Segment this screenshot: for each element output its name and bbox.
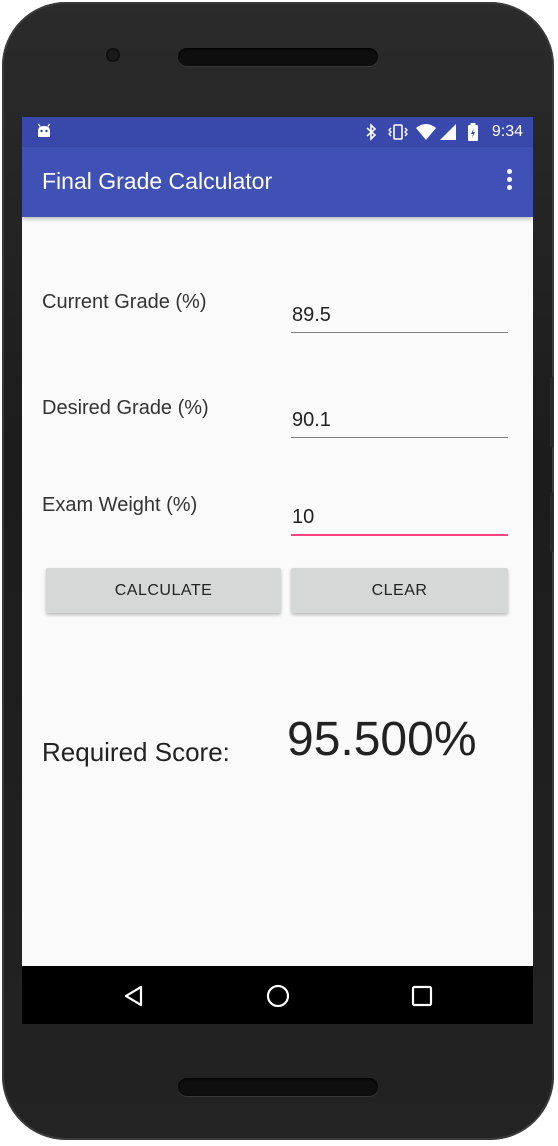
power-button [550, 492, 554, 552]
top-speaker [178, 48, 378, 66]
required-score-label: Required Score: [42, 737, 230, 767]
recents-icon[interactable] [410, 984, 434, 1008]
home-icon[interactable] [265, 983, 291, 1009]
bluetooth-icon [366, 123, 377, 141]
volume-button [550, 377, 554, 447]
exam-weight-input[interactable] [292, 506, 509, 529]
clear-button[interactable]: CLEAR [291, 568, 508, 613]
app-bar: Final Grade Calculator [22, 147, 533, 217]
status-time: 9:34 [491, 123, 523, 140]
vibrate-icon [388, 124, 408, 140]
current-grade-label: Current Grade (%) [42, 291, 207, 313]
exam-weight-field[interactable] [291, 504, 509, 536]
battery-charging-icon [468, 123, 478, 141]
front-camera [106, 48, 120, 62]
screen: 9:34 Final Grade Calculator Current Grad… [22, 117, 533, 1024]
desired-grade-field[interactable] [291, 407, 509, 438]
app-title: Final Grade Calculator [42, 168, 273, 194]
bottom-speaker [178, 1078, 378, 1096]
required-score-value: 95.500% [287, 713, 477, 766]
more-vert-icon[interactable] [505, 169, 513, 195]
current-grade-input[interactable] [292, 304, 509, 327]
desired-grade-label: Desired Grade (%) [42, 397, 209, 419]
calculate-button[interactable]: CALCULATE [46, 568, 281, 613]
back-icon[interactable] [122, 984, 146, 1008]
desired-grade-input[interactable] [292, 409, 509, 432]
android-icon [37, 123, 51, 137]
current-grade-field[interactable] [291, 302, 509, 333]
navigation-bar [22, 966, 533, 1024]
wifi-icon [416, 124, 436, 140]
exam-weight-label: Exam Weight (%) [42, 494, 198, 516]
status-bar: 9:34 [22, 117, 533, 147]
signal-icon [440, 124, 456, 140]
